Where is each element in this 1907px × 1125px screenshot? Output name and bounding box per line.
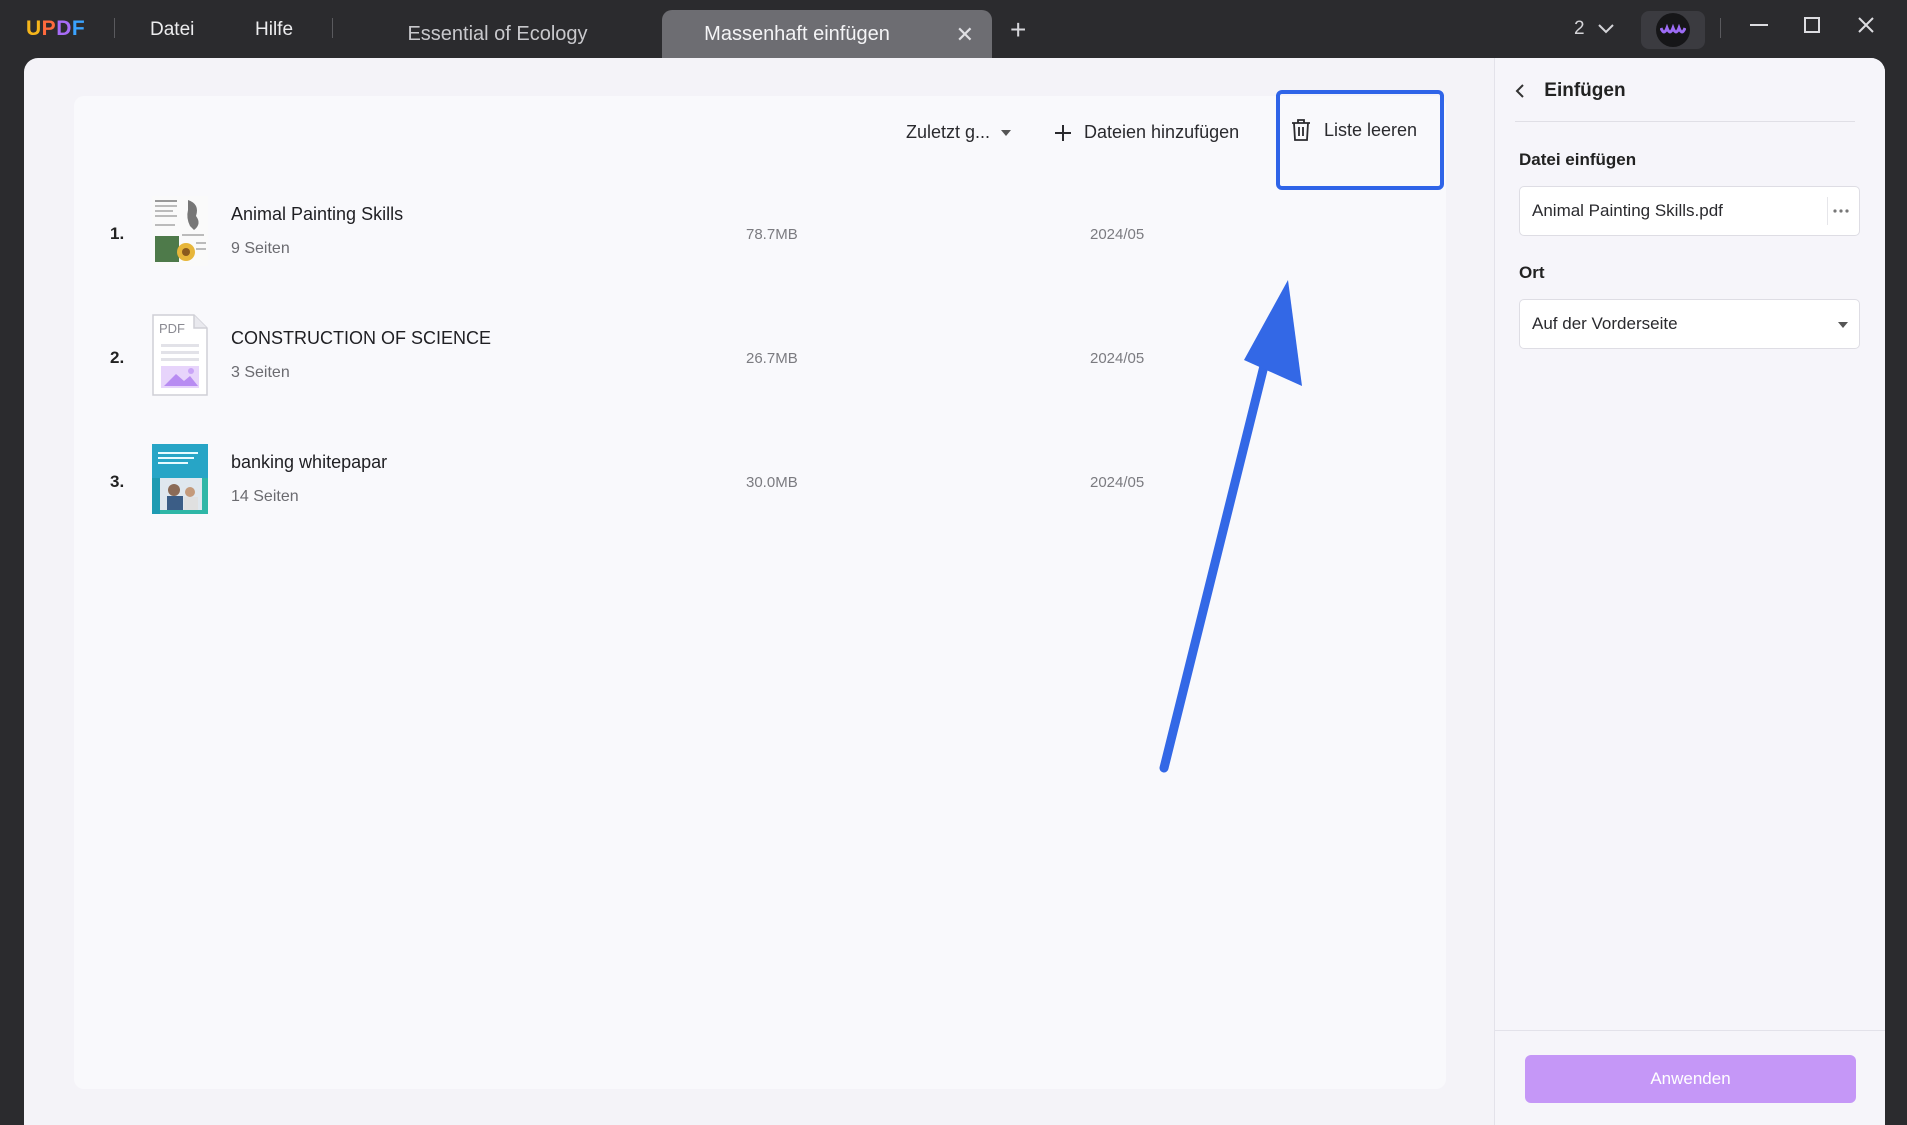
file-date: 2024/05: [1090, 226, 1145, 243]
row-index: 3.: [110, 472, 125, 491]
file-pages: 9 Seiten: [231, 240, 290, 257]
row-index: 1.: [110, 224, 125, 243]
separator: [114, 18, 115, 38]
insert-file-value: Animal Painting Skills.pdf: [1532, 201, 1723, 220]
annotation-arrow: [1159, 280, 1302, 773]
file-thumbnail: [152, 196, 208, 266]
file-pages: 3 Seiten: [231, 364, 290, 381]
file-size: 26.7MB: [746, 350, 798, 367]
add-tab-button[interactable]: +: [1010, 16, 1026, 44]
updf-logo[interactable]: UPDF: [26, 17, 85, 41]
location-value: Auf der Vorderseite: [1532, 314, 1678, 333]
file-name: CONSTRUCTION OF SCIENCE: [231, 328, 492, 348]
file-size: 78.7MB: [746, 226, 798, 243]
file-pages: 14 Seiten: [231, 488, 299, 505]
caret-down-icon: [1001, 129, 1012, 136]
highlight-box: [1276, 90, 1444, 190]
tab-label: Massenhaft einfügen: [704, 22, 890, 45]
close-window-button[interactable]: [1855, 14, 1877, 36]
panel-title: Einfügen: [1544, 80, 1626, 101]
add-files-label: Dateien hinzufügen: [1084, 122, 1240, 142]
more-dots-icon[interactable]: [1827, 197, 1853, 225]
maximize-icon: [1804, 17, 1820, 33]
caret-down-icon: [1838, 322, 1848, 328]
plus-icon: [1055, 124, 1071, 141]
divider: [1495, 1030, 1885, 1031]
file-size: 30.0MB: [746, 474, 798, 491]
insert-panel: Einfügen Datei einfügen Animal Painting …: [1494, 58, 1885, 1125]
insert-file-label: Datei einfügen: [1519, 150, 1637, 169]
menu-file[interactable]: Datei: [150, 19, 194, 41]
tab-massenhaft-einfuegen[interactable]: Massenhaft einfügen ✕: [662, 10, 992, 58]
avatar-image: [1656, 13, 1690, 47]
pdf-file-icon: PDF: [152, 314, 208, 396]
maximize-button[interactable]: [1801, 14, 1823, 36]
chevron-down-icon: [1598, 24, 1614, 34]
location-select[interactable]: Auf der Vorderseite: [1519, 299, 1860, 349]
insert-file-field[interactable]: Animal Painting Skills.pdf: [1519, 186, 1860, 236]
add-files-button[interactable]: Dateien hinzufügen: [1054, 122, 1239, 143]
apply-button[interactable]: Anwenden: [1525, 1055, 1856, 1103]
tab-essential-of-ecology[interactable]: Essential of Ecology: [345, 10, 650, 58]
page-count-dropdown[interactable]: 2: [1574, 18, 1614, 40]
row-index: 2.: [110, 348, 125, 367]
file-name: Animal Painting Skills: [231, 204, 404, 224]
close-icon[interactable]: ✕: [956, 22, 974, 48]
location-label: Ort: [1519, 263, 1545, 282]
sort-label: Zuletzt g...: [906, 122, 991, 142]
minimize-button[interactable]: [1748, 14, 1770, 36]
divider: [1515, 121, 1855, 122]
main-window: Zuletzt g... Dateien hinzufügen Liste le…: [24, 58, 1885, 1125]
separator: [1720, 18, 1721, 38]
minimize-icon: [1750, 24, 1768, 26]
separator: [332, 18, 333, 38]
sort-dropdown[interactable]: Zuletzt g...: [906, 122, 1012, 143]
file-name: banking whitepapar: [231, 452, 388, 472]
panel-header: Einfügen: [1515, 80, 1626, 102]
svg-text:PDF: PDF: [159, 321, 185, 336]
avatar[interactable]: [1641, 11, 1705, 49]
title-bar: UPDF Datei Hilfe Essential of Ecology Ma…: [0, 0, 1907, 58]
tab-label: Essential of Ecology: [407, 22, 588, 45]
menu-help[interactable]: Hilfe: [255, 19, 293, 41]
chevron-left-icon[interactable]: [1515, 83, 1525, 99]
close-icon: [1858, 17, 1874, 33]
file-thumbnail: [152, 444, 208, 514]
